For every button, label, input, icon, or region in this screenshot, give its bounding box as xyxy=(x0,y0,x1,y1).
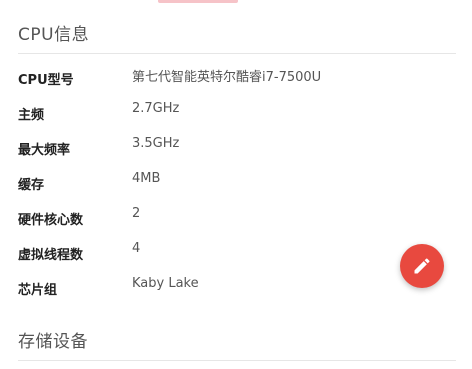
section-divider xyxy=(18,360,456,361)
spec-row-cpu-model: CPU型号 第七代智能英特尔酷睿i7-7500U xyxy=(18,66,418,88)
spec-value: 2.7GHz xyxy=(132,101,180,116)
spec-row-base-frequency: 主频 2.7GHz xyxy=(18,101,418,123)
spec-row-max-frequency: 最大频率 3.5GHz xyxy=(18,136,418,158)
top-tab-indicator xyxy=(158,0,238,3)
spec-label: CPU型号 xyxy=(18,73,74,88)
spec-label: 硬件核心数 xyxy=(18,213,84,228)
spec-row-chipset: 芯片组 Kaby Lake xyxy=(18,276,418,298)
storage-section-title: 存储设备 xyxy=(18,332,88,352)
spec-label: 芯片组 xyxy=(18,283,58,298)
spec-value: 2 xyxy=(132,206,141,221)
spec-value: Kaby Lake xyxy=(132,276,199,291)
spec-label: 主频 xyxy=(18,108,45,123)
section-divider xyxy=(18,53,456,54)
spec-row-core-count: 硬件核心数 2 xyxy=(18,206,418,228)
spec-label: 最大频率 xyxy=(18,143,71,158)
spec-value: 4MB xyxy=(132,171,161,186)
spec-value: 4 xyxy=(132,241,141,256)
spec-row-cache: 缓存 4MB xyxy=(18,171,418,193)
spec-value: 第七代智能英特尔酷睿i7-7500U xyxy=(132,70,322,85)
spec-row-thread-count: 虚拟线程数 4 xyxy=(18,241,418,263)
spec-label: 缓存 xyxy=(18,178,45,193)
spec-value: 3.5GHz xyxy=(132,136,180,151)
spec-label: 虚拟线程数 xyxy=(18,248,84,263)
edit-fab-button[interactable] xyxy=(400,244,444,288)
pencil-icon xyxy=(414,258,430,274)
cpu-section-title: CPU信息 xyxy=(18,25,90,45)
